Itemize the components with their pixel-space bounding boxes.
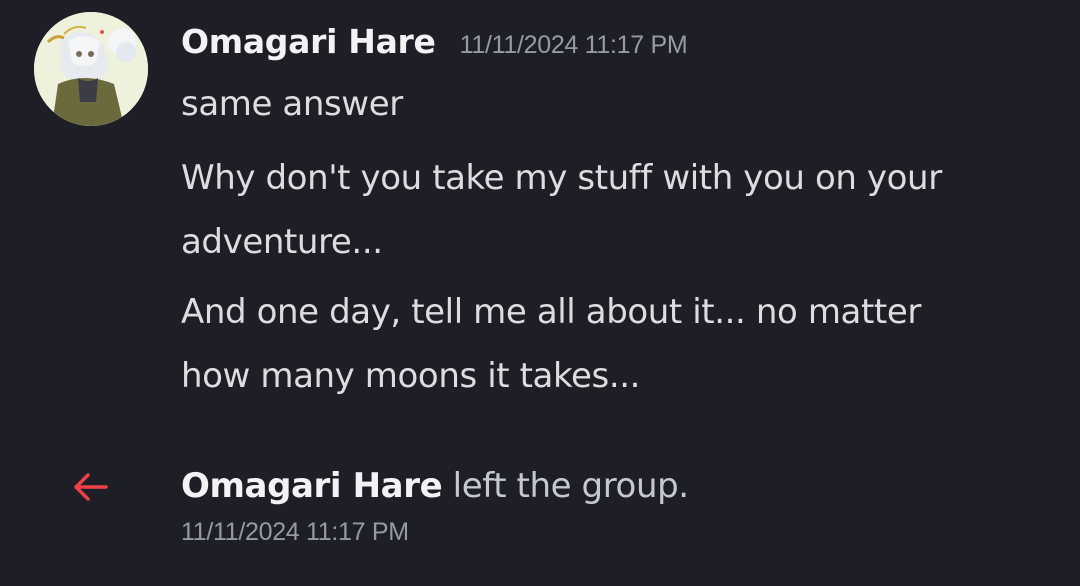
arrow-left-icon [74,473,108,501]
message-header: Omagari Hare 11/11/2024 11:17 PM [181,22,688,61]
avatar-image [34,12,148,126]
message-line: same answer [181,84,403,124]
message-line: And one day, tell me all about it... no … [181,280,921,408]
system-event-timestamp: 11/11/2024 11:17 PM [181,518,409,546]
system-event-action: left the group. [442,466,689,506]
message-line-text: And one day, tell me all about it... no … [181,292,921,332]
author-name[interactable]: Omagari Hare [181,22,436,61]
system-event-author[interactable]: Omagari Hare [181,466,443,506]
message-line: Why don't you take my stuff with you on … [181,146,942,274]
message-line-text: Why don't you take my stuff with you on … [181,158,942,198]
message-timestamp: 11/11/2024 11:17 PM [459,31,688,59]
avatar[interactable] [34,12,148,126]
message-line-text: adventure... [181,222,383,262]
system-event-text: Omagari Hare left the group. [181,458,689,514]
message-line-text: how many moons it takes... [181,356,641,396]
